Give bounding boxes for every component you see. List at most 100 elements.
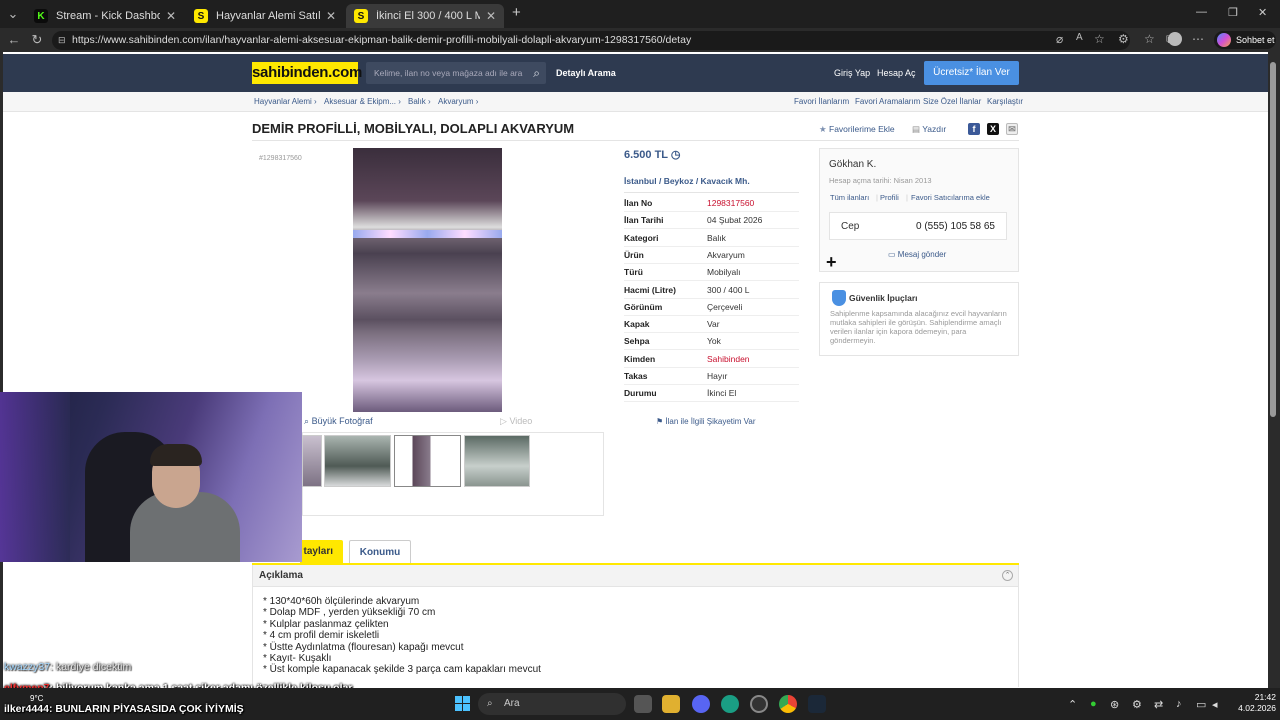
tray-app-icon[interactable]: ⚙	[1132, 698, 1142, 711]
webcam-streamer-hair	[150, 444, 202, 466]
taskbar-clock[interactable]: 21:42 4.02.2026	[1226, 692, 1276, 714]
location-district[interactable]: Beykoz	[664, 176, 694, 186]
breadcrumb-item[interactable]: Hayvanlar Alemi ›	[254, 97, 317, 106]
zoom-icon: ⌕	[304, 416, 310, 426]
tray-app-icon[interactable]: ⇄	[1154, 698, 1163, 711]
refresh-icon[interactable]: ↻	[26, 32, 48, 48]
tab-kick[interactable]: K Stream - Kick Dashboard ✕	[26, 4, 184, 28]
new-tab-button[interactable]: +	[512, 4, 521, 21]
discord-icon[interactable]	[692, 695, 710, 713]
address-bar-row: ← ↻ ⊟ https://www.sahibinden.com/ilan/ha…	[0, 28, 1280, 52]
favorite-seller-link[interactable]: Favori Satıcılarıma ekle	[911, 193, 990, 202]
chrome-icon[interactable]	[779, 695, 797, 713]
facebook-share-icon[interactable]: f	[968, 123, 980, 135]
start-button[interactable]	[455, 696, 471, 712]
email-share-icon[interactable]: ✉	[1006, 123, 1018, 135]
register-link[interactable]: Hesap Aç	[877, 68, 916, 78]
tab-location[interactable]: Konumu	[349, 540, 411, 564]
x-share-icon[interactable]: X	[987, 123, 999, 135]
main-photo[interactable]	[353, 148, 502, 412]
more-menu-icon[interactable]: ⋯	[1192, 32, 1204, 46]
status-dot-icon[interactable]: ●	[1090, 698, 1097, 710]
app-icon[interactable]	[750, 695, 768, 713]
copilot-chat-button[interactable]: Sohbet et	[1214, 31, 1276, 49]
photo-thumbnail[interactable]	[464, 435, 530, 487]
location-neighborhood[interactable]: Kavacık Mh.	[701, 176, 750, 186]
file-explorer-icon[interactable]	[662, 695, 680, 713]
taskbar-search[interactable]: ⌕ Ara	[478, 693, 626, 715]
favorite-listings-link[interactable]: Favori İlanlarım	[794, 97, 849, 106]
edge-icon[interactable]	[721, 695, 739, 713]
minimize-icon[interactable]: —	[1196, 6, 1207, 18]
close-tab-icon[interactable]: ✕	[166, 9, 176, 23]
search-icon[interactable]: ⌕	[533, 62, 540, 84]
url-field[interactable]: ⊟ https://www.sahibinden.com/ilan/hayvan…	[52, 31, 1130, 50]
read-aloud-icon[interactable]: A	[1076, 32, 1083, 43]
profile-link[interactable]: Profili	[880, 193, 899, 202]
site-logo[interactable]: sahibinden.com	[252, 62, 362, 84]
search-input[interactable]: Kelime, ilan no veya mağaza adı ile ara …	[366, 62, 546, 84]
post-ad-button[interactable]: Ücretsiz* İlan Ver	[924, 61, 1019, 85]
all-listings-link[interactable]: Tüm ilanları	[830, 193, 869, 202]
price: 6.500 TL ◷	[624, 149, 681, 161]
special-listings-link[interactable]: Size Özel İlanlar	[923, 97, 981, 106]
add-favorite-link[interactable]: ★ Favorilerime Ekle	[819, 124, 895, 135]
scrollbar-thumb[interactable]	[1270, 62, 1276, 417]
close-tab-icon[interactable]: ✕	[326, 9, 336, 23]
seller-since: Hesap açma tarihi: Nisan 2013	[829, 176, 932, 185]
big-photo-button[interactable]: ⌕ Büyük Fotoğraf	[304, 416, 373, 427]
close-tab-icon[interactable]: ✕	[486, 9, 496, 23]
breadcrumb-item[interactable]: Aksesuar & Ekipm... ›	[324, 97, 401, 106]
seller-name[interactable]: Gökhan K.	[829, 159, 876, 170]
tab-akvaryum-active[interactable]: S İkinci El 300 / 400 L Mobilyalı Akva ✕	[346, 4, 504, 28]
collapse-icon[interactable]: ⌃	[1002, 570, 1013, 581]
photo-thumbnail[interactable]	[302, 435, 322, 487]
profile-avatar[interactable]	[1168, 32, 1182, 46]
favorite-searches-link[interactable]: Favori Aramalarım	[855, 97, 920, 106]
print-link[interactable]: ▤ Yazdır	[912, 124, 946, 135]
description-line: * 4 cm profil demir iskeletli	[263, 630, 380, 641]
site-info-icon[interactable]: ⊟	[58, 31, 66, 50]
photo-thumbnail-selected[interactable]	[394, 435, 461, 487]
tab-details[interactable]: tayları	[300, 540, 343, 564]
back-icon[interactable]: ←	[3, 32, 25, 47]
tab-list-icon[interactable]: ⌄	[2, 6, 24, 22]
tab-hayvanlar[interactable]: S Hayvanlar Alemi Satılık ve Sahiplen ✕	[186, 4, 344, 28]
login-link[interactable]: Giriş Yap	[834, 68, 870, 78]
security-tips-text: Sahiplenme kapsamında alacağınız evcil h…	[830, 309, 1007, 345]
breadcrumb-bar	[3, 92, 1268, 112]
extensions-icon[interactable]: ⚙	[1118, 32, 1129, 46]
detail-row: Kategori Balık	[624, 230, 799, 247]
close-window-icon[interactable]: ✕	[1258, 6, 1267, 19]
microphone-icon[interactable]: ♪	[1176, 698, 1182, 710]
tray-overflow-icon[interactable]: ⌃	[1068, 698, 1077, 711]
favorites-icon[interactable]: ☆	[1144, 32, 1155, 46]
sahibinden-favicon-icon: S	[354, 9, 368, 23]
breadcrumb-item[interactable]: Balık ›	[408, 97, 431, 106]
breadcrumb-item[interactable]: Akvaryum ›	[438, 97, 478, 106]
detail-value: Var	[707, 319, 720, 330]
steam-icon[interactable]	[808, 695, 826, 713]
detailed-search-link[interactable]: Detaylı Arama	[556, 68, 616, 78]
weather-widget[interactable]: 9°C	[30, 694, 43, 703]
password-key-icon[interactable]: ⌀	[1056, 32, 1063, 46]
network-icon[interactable]: ▭	[1196, 698, 1206, 711]
flag-icon: ⚑	[656, 417, 664, 426]
volume-icon[interactable]: ◂	[1212, 698, 1218, 711]
tray-app-icon[interactable]: ⊛	[1110, 698, 1119, 711]
play-icon: ▷	[500, 416, 507, 426]
description-line: * Dolap MDF , yerden yüksekliği 70 cm	[263, 607, 436, 618]
report-listing-link[interactable]: ⚑ İlan ile İlgili Şikayetim Var	[656, 417, 756, 426]
photo-thumbnail[interactable]	[324, 435, 391, 487]
detail-value: Mobilyalı	[707, 267, 741, 278]
detail-row: Ürün Akvaryum	[624, 247, 799, 264]
location-city[interactable]: İstanbul	[624, 176, 657, 186]
task-view-icon[interactable]	[634, 695, 652, 713]
favorite-star-icon[interactable]: ☆	[1094, 32, 1105, 46]
maximize-icon[interactable]: ❐	[1228, 6, 1238, 19]
compare-link[interactable]: Karşılaştır	[987, 97, 1023, 106]
phone-number[interactable]: 0 (555) 105 58 65	[916, 221, 995, 232]
send-message-button[interactable]: ▭ Mesaj gönder	[888, 250, 946, 259]
price-history-icon[interactable]: ◷	[671, 149, 681, 161]
detail-value: İkinci El	[707, 388, 737, 399]
